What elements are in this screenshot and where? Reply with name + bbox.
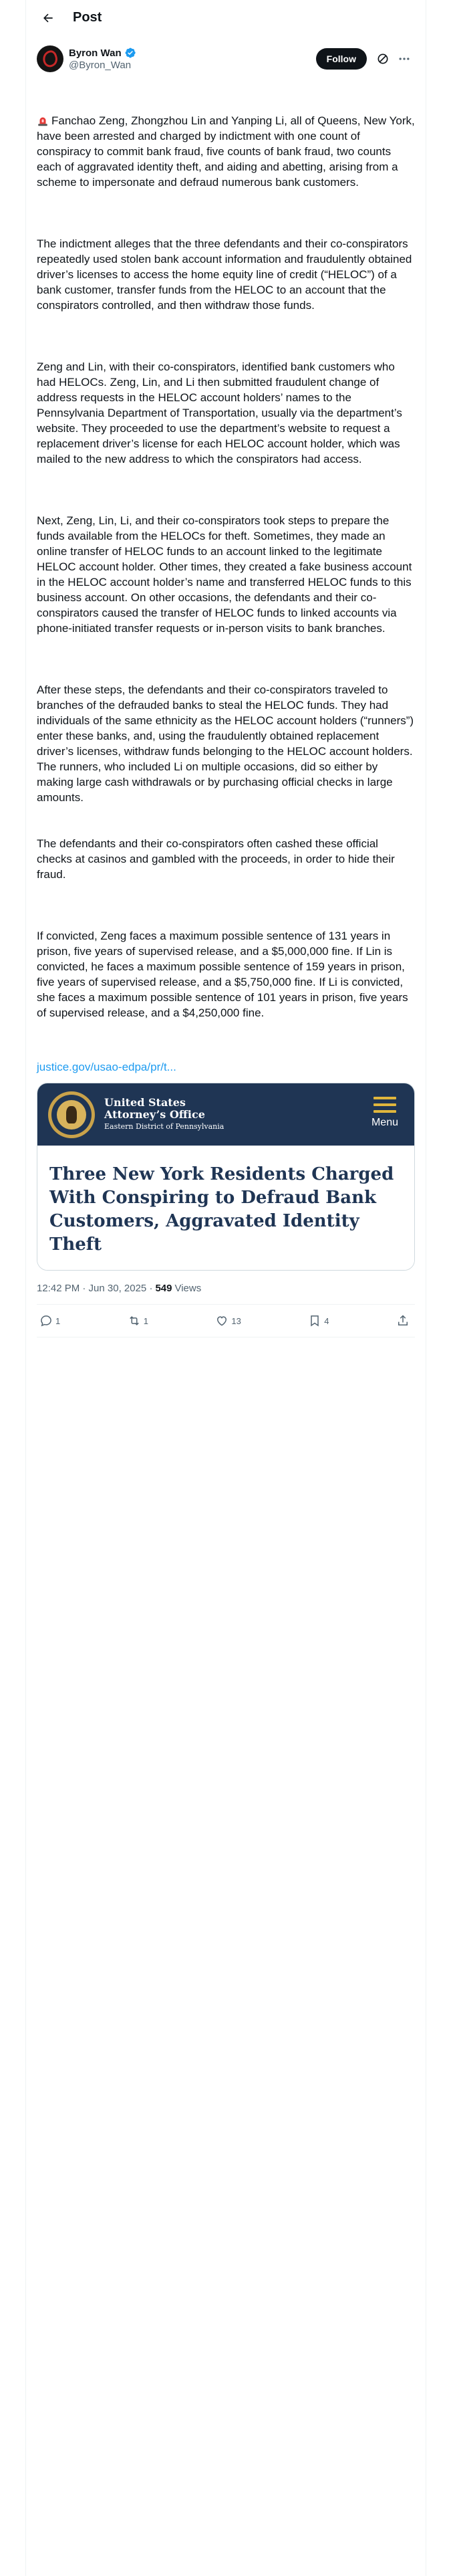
bookmark-button[interactable]: 4 [308, 1314, 329, 1327]
tweet-paragraph: The indictment alleges that the three de… [37, 237, 416, 312]
more-button[interactable] [394, 48, 415, 70]
siren-icon [38, 117, 47, 126]
tweet-text: Fanchao Zeng, Zhongzhou Lin and Yanping … [26, 74, 426, 1051]
author-row: Byron Wan @Byron_Wan Follow [26, 35, 426, 74]
menu-label: Menu [371, 1117, 398, 1128]
tweet-paragraph: Zeng and Lin, with their co-conspirators… [37, 360, 406, 465]
tweet-paragraph: Fanchao Zeng, Zhongzhou Lin and Yanping … [37, 113, 415, 190]
seal-icon [48, 1091, 95, 1138]
repost-button[interactable]: 1 [128, 1314, 148, 1327]
office-name: United States Attorney’s Office Eastern … [104, 1095, 224, 1133]
card-body: Three New York Residents Charged With Co… [37, 1146, 414, 1270]
reply-icon [41, 1315, 51, 1327]
share-button[interactable] [396, 1314, 410, 1327]
follow-button[interactable]: Follow [315, 48, 367, 70]
like-icon [217, 1316, 227, 1326]
views-label: Views [174, 1282, 202, 1294]
post-column: Post Byron Wan @Byron_Wan Follow Fanchao… [25, 0, 426, 2576]
grok-icon [378, 53, 388, 64]
tweet-paragraph: After these steps, the defendants and th… [37, 683, 417, 804]
like-count: 13 [231, 1315, 241, 1326]
back-arrow-icon [43, 13, 53, 22]
like-button[interactable]: 13 [215, 1314, 241, 1327]
author-display-name[interactable]: Byron Wan [69, 47, 122, 59]
office-line-2: Attorney’s Office [104, 1107, 205, 1121]
post-meta: 12:42 PM · Jun 30, 2025 · 549 Views [26, 1271, 426, 1295]
tweet-paragraph: If convicted, Zeng faces a maximum possi… [37, 930, 412, 1019]
author-handle[interactable]: @Byron_Wan [69, 60, 316, 71]
tweet-paragraph-text: Fanchao Zeng, Zhongzhou Lin and Yanping … [37, 114, 418, 189]
tweet-paragraph: The defendants and their co-conspirators… [37, 837, 398, 881]
author-name-block: Byron Wan @Byron_Wan [69, 47, 316, 71]
link-row: justice.gov/usao-edpa/pr/t... [26, 1051, 426, 1075]
post-timestamp[interactable]: 12:42 PM · Jun 30, 2025 · [37, 1283, 152, 1294]
top-bar: Post [26, 0, 426, 35]
tweet-paragraph: Next, Zeng, Lin, Li, and their co-conspi… [37, 514, 416, 635]
link-card[interactable]: United States Attorney’s Office Eastern … [37, 1083, 415, 1271]
office-line-3: Eastern District of Pennsylvania [104, 1121, 224, 1131]
repost-icon [129, 1316, 139, 1325]
page-title: Post [73, 10, 102, 25]
more-icon [399, 58, 410, 60]
avatar[interactable] [37, 45, 63, 72]
grok-button[interactable] [372, 48, 394, 70]
repost-count: 1 [143, 1315, 148, 1326]
bookmark-icon [311, 1315, 319, 1327]
article-link[interactable]: justice.gov/usao-edpa/pr/t... [37, 1061, 176, 1073]
back-button[interactable] [37, 7, 59, 29]
share-icon [398, 1315, 408, 1325]
menu-icon [373, 1097, 396, 1117]
card-menu-button: Menu [371, 1097, 398, 1129]
verified-badge-icon [124, 47, 136, 59]
reply-button[interactable]: 1 [39, 1314, 60, 1327]
reply-count: 1 [55, 1315, 61, 1326]
bookmark-count: 4 [324, 1315, 329, 1326]
action-bar: 1 1 13 4 [26, 1305, 426, 1337]
card-headline: Three New York Residents Charged With Co… [49, 1164, 394, 1255]
office-line-1: United States [104, 1095, 186, 1109]
views-count: 549 [155, 1282, 172, 1294]
card-banner: United States Attorney’s Office Eastern … [37, 1083, 414, 1146]
